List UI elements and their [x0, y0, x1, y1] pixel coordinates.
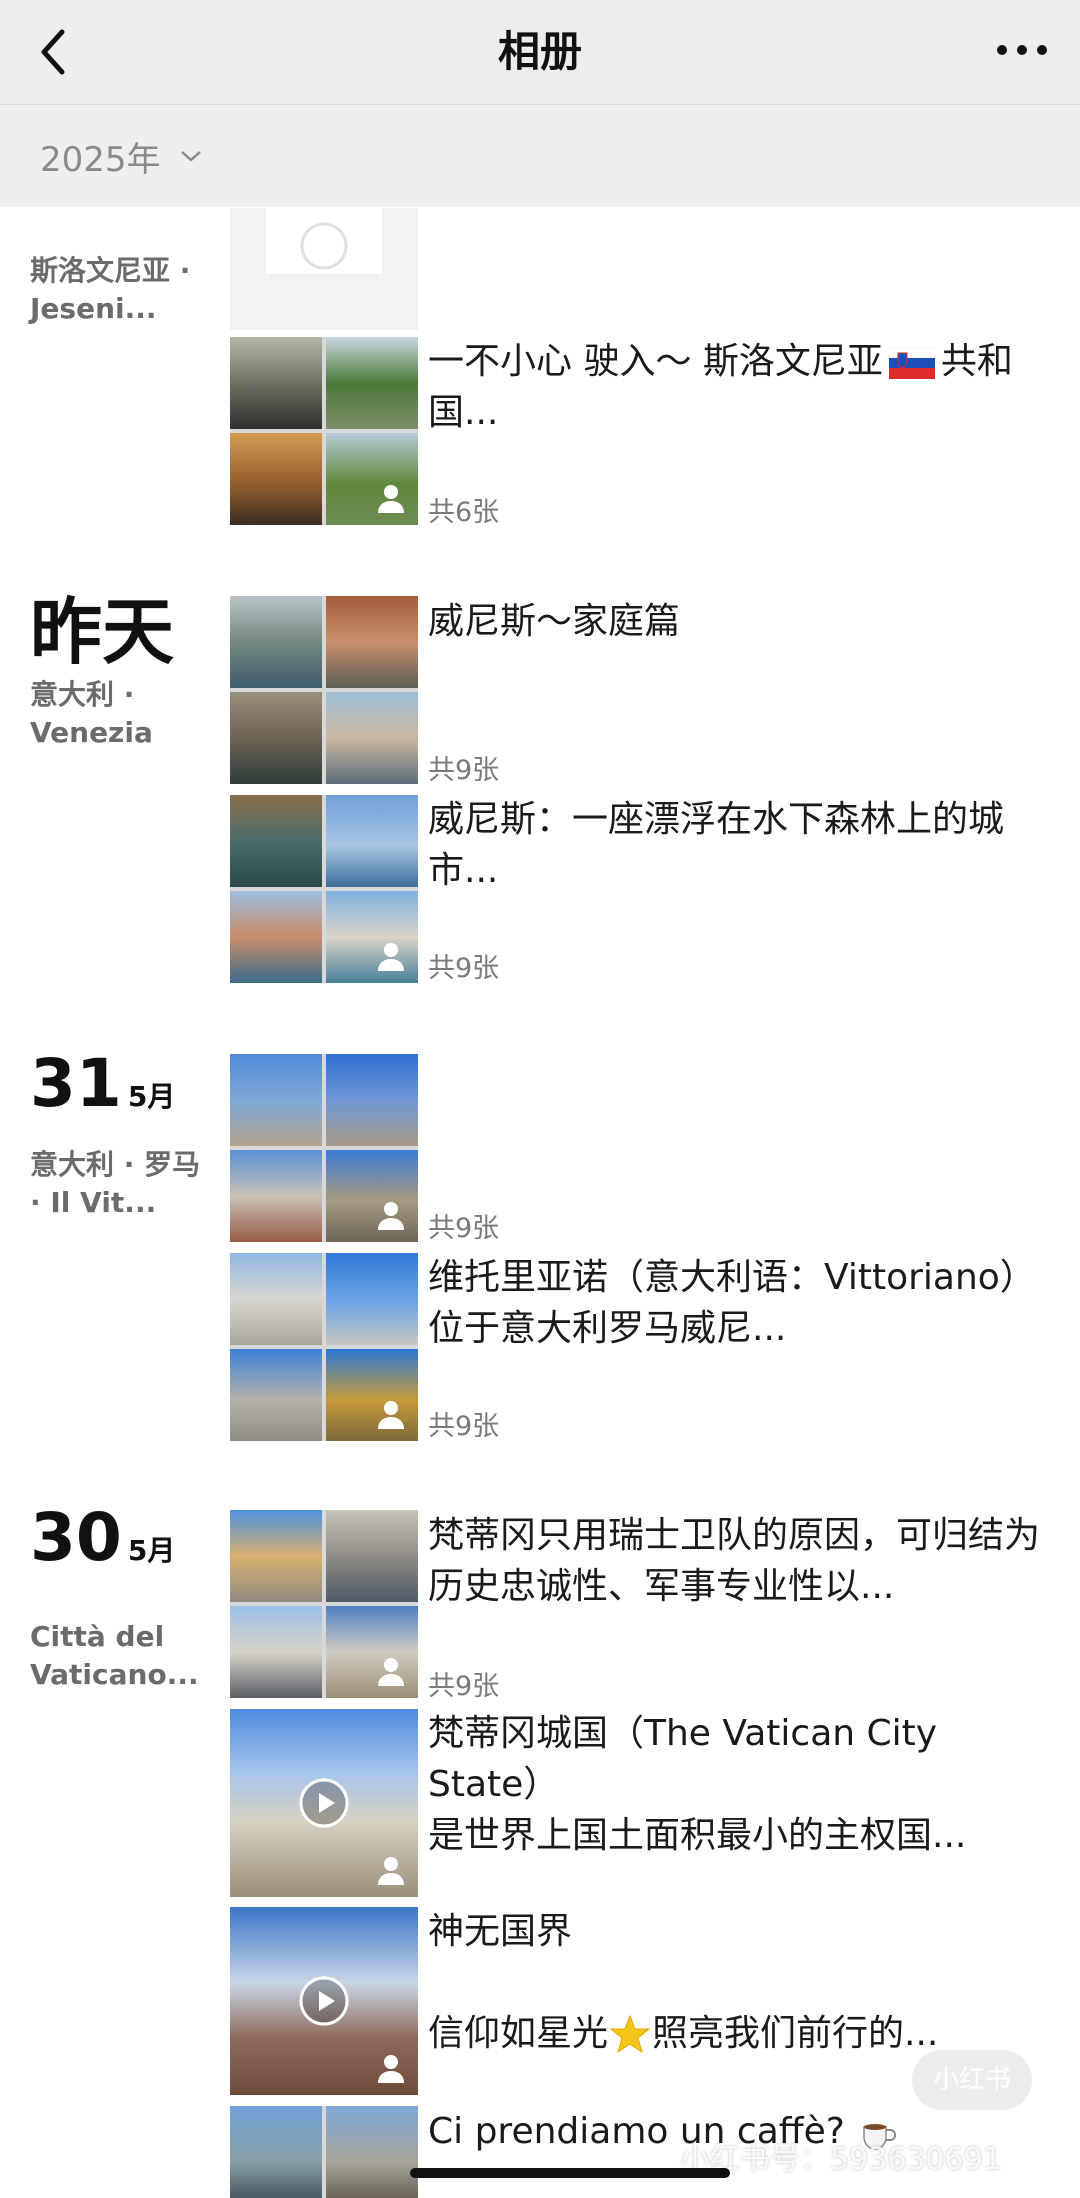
- location-label: 意大利 · 罗马 · Il Vit...: [30, 1148, 201, 1219]
- more-options-icon[interactable]: [994, 30, 1050, 70]
- album-thumbnail[interactable]: [230, 1054, 418, 1242]
- album-thumbnail[interactable]: [230, 596, 418, 784]
- photo-tile: [230, 1054, 322, 1146]
- post-caption[interactable]: 威尼斯：一座漂浮在水下森林上的城市...: [428, 794, 1050, 896]
- photo-tile: [230, 433, 322, 525]
- play-icon: [299, 1778, 349, 1828]
- date-label: 30 5月: [30, 1498, 175, 1578]
- page-title: 相册: [497, 27, 582, 76]
- star-icon: [609, 2014, 651, 2054]
- photo-tile: [326, 692, 418, 784]
- post-caption-text: 是世界上国土面积最小的主权国...: [428, 1815, 967, 1856]
- photo-tile: [230, 891, 322, 983]
- album-thumbnail[interactable]: [230, 1253, 418, 1441]
- photo-tile: [230, 1150, 322, 1242]
- person-icon: [378, 943, 404, 971]
- photo-tile: [326, 596, 418, 688]
- photo-tile: [230, 2106, 322, 2198]
- month-label: 5月: [127, 1534, 176, 1567]
- chevron-down-icon: [180, 151, 201, 162]
- navigation-bar: 相册: [0, 0, 1080, 105]
- location-label: 斯洛文尼亚 · Jeseni...: [30, 254, 191, 325]
- post-caption[interactable]: 神无国界 信仰如星光 照亮我们前行的...: [428, 1906, 1050, 2059]
- date-label: 31 5月: [30, 1044, 175, 1124]
- year-label: 2025年: [40, 139, 161, 180]
- person-icon: [378, 1857, 404, 1885]
- post-caption[interactable]: 维托里亚诺（意大利语：Vittoriano）位于意大利罗马威尼...: [428, 1252, 1050, 1354]
- photo-count: 共9张: [428, 1213, 500, 1244]
- post-caption-text: 神无国界: [428, 1911, 573, 1952]
- album-thumbnail[interactable]: [230, 1510, 418, 1698]
- photo-tile: [326, 1054, 418, 1146]
- photo-tile: [230, 1349, 322, 1441]
- day-number: 31: [30, 1045, 122, 1122]
- post-caption-text: 照亮我们前行的...: [652, 2013, 939, 2054]
- photo-count: 共9张: [428, 953, 500, 984]
- person-icon: [378, 1401, 404, 1429]
- location-label: Città del Vaticano...: [30, 1620, 199, 1691]
- month-label: 5月: [127, 1080, 176, 1113]
- post-caption-text: 一不小心 驶入～ 斯洛文尼亚: [428, 341, 883, 382]
- photo-tile: [230, 1253, 322, 1345]
- photo-tile: [326, 795, 418, 887]
- day-label: 昨天: [30, 590, 175, 674]
- person-icon: [378, 1202, 404, 1230]
- photo-tile: [326, 1510, 418, 1602]
- photo-tile: [230, 795, 322, 887]
- photo-tile: [230, 337, 322, 429]
- photo-tile: [326, 1253, 418, 1345]
- person-icon: [378, 485, 404, 513]
- album-thumbnail-partial[interactable]: [230, 208, 418, 330]
- video-thumbnail[interactable]: [230, 1709, 418, 1897]
- slovenia-flag-icon: [888, 347, 935, 379]
- photo-count: 共9张: [428, 1411, 500, 1442]
- photo-tile: [230, 596, 322, 688]
- post-caption[interactable]: 梵蒂冈只用瑞士卫队的原因，可归结为历史忠诚性、军事专业性以...: [428, 1510, 1050, 1612]
- album-thumbnail[interactable]: [230, 337, 418, 525]
- photo-tile: [326, 337, 418, 429]
- post-caption-text: 信仰如星光: [428, 2013, 609, 2054]
- location-label: 意大利 · Venezia: [30, 678, 153, 749]
- circle-icon: [300, 222, 348, 270]
- photo-tile: [326, 2106, 418, 2198]
- year-filter-bar: 2025年: [0, 105, 1080, 207]
- post-caption-text: 梵蒂冈城国（The Vatican City State）: [428, 1713, 938, 1805]
- photo-tile: [230, 692, 322, 784]
- watermark-logo: 小红书: [912, 2050, 1032, 2110]
- photo-tile: [230, 1510, 322, 1602]
- album-thumbnail-partial[interactable]: [230, 2106, 418, 2198]
- person-icon: [378, 2055, 404, 2083]
- year-selector[interactable]: 2025年: [40, 131, 203, 181]
- photo-tile: [230, 1606, 322, 1698]
- post-caption[interactable]: 梵蒂冈城国（The Vatican City State） 是世界上国土面积最小…: [428, 1708, 1050, 1861]
- play-icon: [299, 1976, 349, 2026]
- person-icon: [378, 1658, 404, 1686]
- post-caption[interactable]: 威尼斯～家庭篇: [428, 596, 1050, 647]
- home-indicator[interactable]: [410, 2168, 730, 2178]
- album-thumbnail[interactable]: [230, 795, 418, 983]
- photo-count: 共9张: [428, 1671, 500, 1702]
- photo-count: 共9张: [428, 755, 500, 786]
- photo-count: 共6张: [428, 497, 500, 528]
- day-number: 30: [30, 1499, 122, 1576]
- date-label: 昨天: [30, 590, 174, 674]
- post-caption[interactable]: 一不小心 驶入～ 斯洛文尼亚 共和国...: [428, 336, 1050, 438]
- video-thumbnail[interactable]: [230, 1907, 418, 2095]
